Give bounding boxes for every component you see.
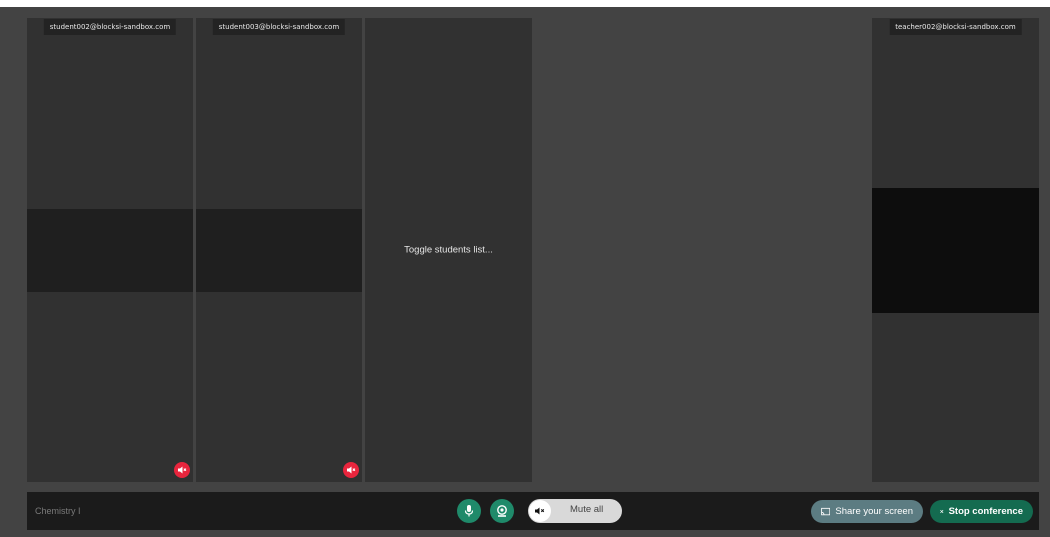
participant-video (27, 209, 193, 292)
close-icon (940, 509, 944, 514)
stop-conference-label: Stop conference (948, 506, 1023, 517)
speaker-muted-icon (529, 500, 551, 522)
participant-tile-student002: student002@blocksi-sandbox.com (27, 18, 193, 482)
toggle-students-list-label[interactable]: Toggle students list... (404, 245, 493, 256)
teacher-tile: teacher002@blocksi-sandbox.com (872, 18, 1039, 482)
camera-button[interactable] (490, 499, 514, 523)
share-screen-button[interactable]: Share your screen (811, 500, 923, 523)
microphone-button[interactable] (457, 499, 481, 523)
webcam-icon (497, 505, 507, 517)
share-screen-label: Share your screen (835, 506, 913, 517)
conference-stage: student002@blocksi-sandbox.com student00… (0, 7, 1050, 537)
microphone-icon (464, 505, 474, 517)
speaker-muted-icon[interactable] (343, 462, 359, 478)
conference-title: Chemistry I (35, 506, 81, 516)
conference-toolbar: Chemistry I Mute all Share your screen S… (27, 492, 1039, 530)
teacher-name: teacher002@blocksi-sandbox.com (889, 19, 1022, 35)
participant-name: student003@blocksi-sandbox.com (212, 19, 346, 35)
stop-conference-button[interactable]: Stop conference (930, 500, 1033, 523)
participant-tile-student003: student003@blocksi-sandbox.com (196, 18, 362, 482)
mute-all-toggle[interactable]: Mute all (528, 499, 622, 523)
participant-name: student002@blocksi-sandbox.com (43, 19, 177, 35)
mute-all-label[interactable]: Mute all (570, 504, 603, 515)
participant-video (196, 209, 362, 292)
teacher-video (872, 188, 1039, 313)
cast-screen-icon (821, 507, 831, 515)
speaker-muted-icon[interactable] (174, 462, 190, 478)
students-list-toggle-panel[interactable]: Toggle students list... (365, 18, 532, 482)
